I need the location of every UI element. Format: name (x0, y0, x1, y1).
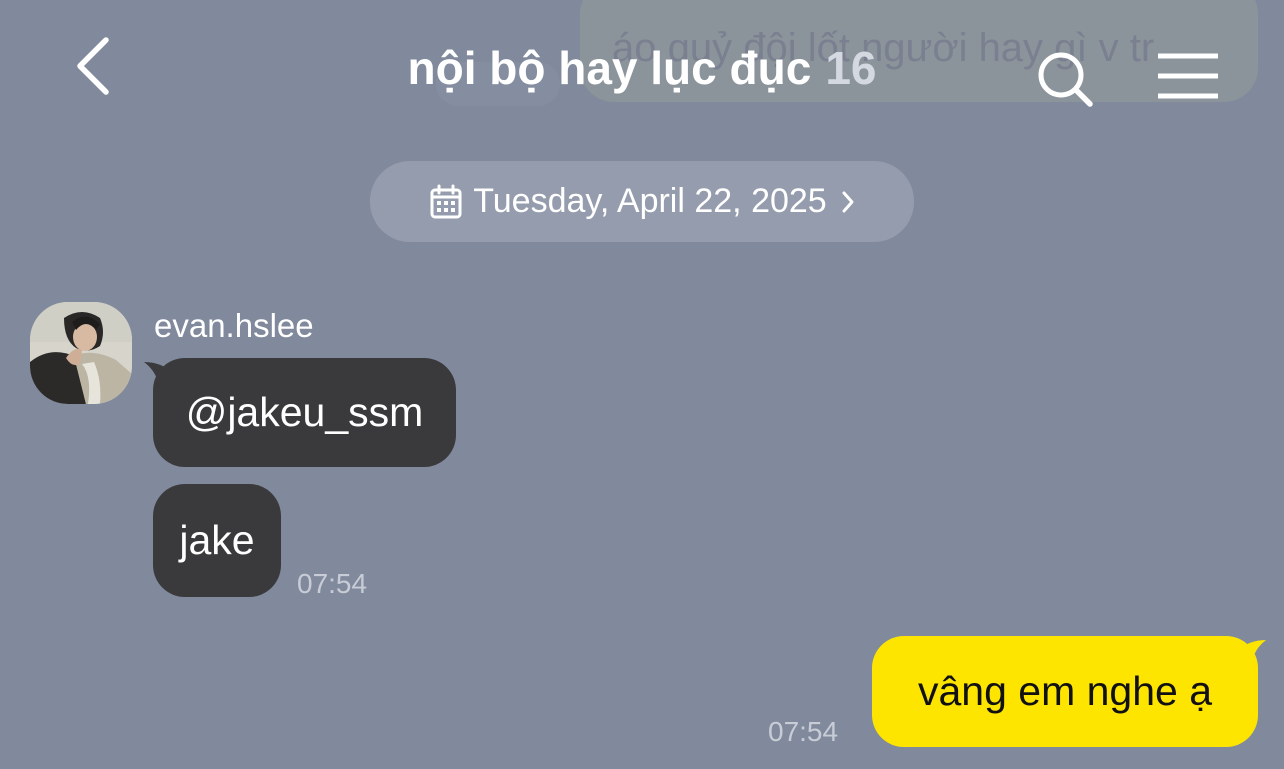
sender-name: evan.hslee (154, 307, 314, 344)
chat-title: nội bộ hay lục đục (407, 42, 812, 94)
message-timestamp: 07:54 (297, 568, 368, 599)
search-button[interactable] (1030, 44, 1100, 114)
sender-avatar[interactable] (30, 302, 132, 404)
back-button[interactable] (56, 28, 132, 104)
incoming-message-bubble[interactable]: jake (153, 484, 281, 597)
outgoing-bubble-tail (1236, 640, 1266, 676)
date-separator[interactable]: Tuesday, April 22, 2025 (370, 161, 914, 242)
date-label: Tuesday, April 22, 2025 (473, 182, 827, 220)
incoming-message-bubble[interactable]: @jakeu_ssm (153, 358, 456, 467)
message-timestamp: 07:54 (768, 716, 839, 747)
chevron-right-icon (842, 191, 854, 212)
outgoing-message-bubble[interactable]: vâng em nghe ạ (872, 636, 1258, 747)
search-icon (1038, 52, 1093, 107)
calendar-icon (430, 184, 462, 218)
member-count: 16 (825, 42, 877, 94)
avatar-photo (30, 302, 132, 404)
chat-title-container: nội bộ hay lục đục 16 (170, 36, 1114, 100)
menu-button[interactable] (1150, 48, 1226, 104)
hamburger-menu-icon (1158, 53, 1218, 99)
chevron-left-icon (77, 37, 109, 95)
chat-header: nội bộ hay lục đục 16 (0, 0, 1284, 140)
